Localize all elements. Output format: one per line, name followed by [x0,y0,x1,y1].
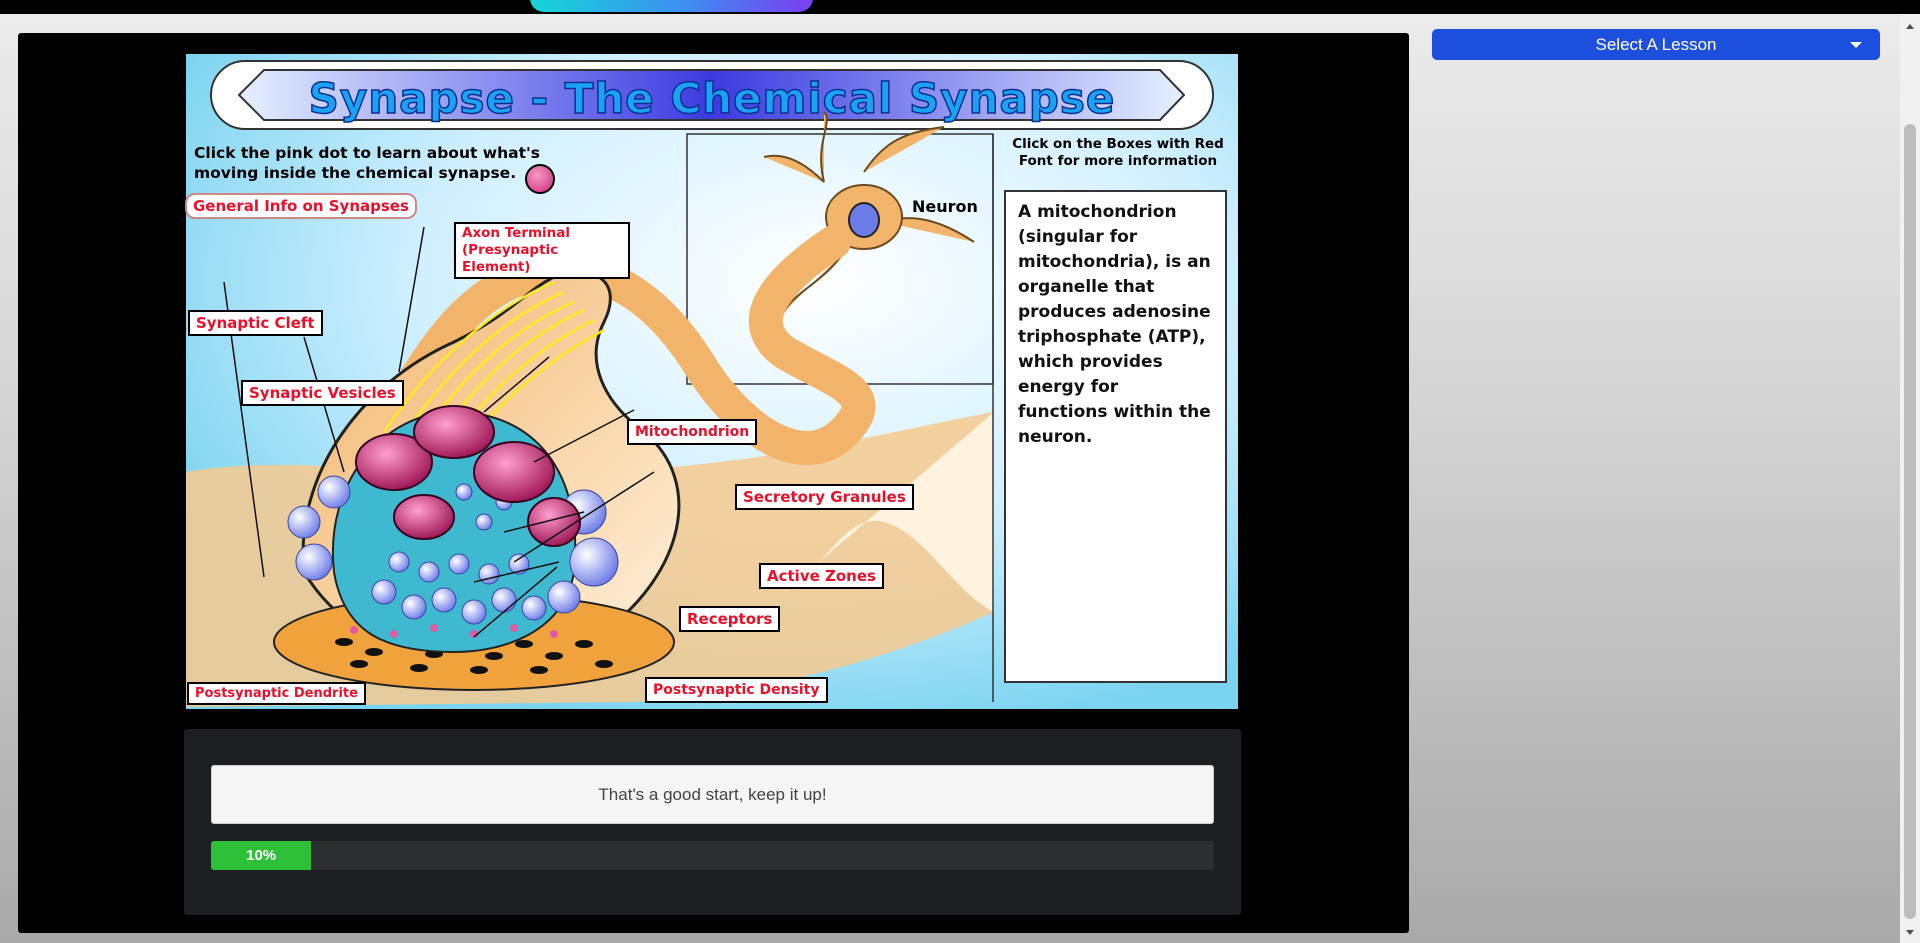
pink-dot-button[interactable] [525,164,555,194]
top-bar [0,0,1920,14]
axon-terminal-button[interactable]: Axon Terminal (Presynaptic Element) [454,222,630,279]
info-description-box: A mitochondrion (singular for mitochondr… [1004,190,1227,683]
lesson-select-label: Select A Lesson [1595,34,1717,54]
scrollbar-thumb[interactable] [1904,124,1916,919]
synaptic-vesicles-button[interactable]: Synaptic Vesicles [241,380,404,406]
active-zones-button[interactable]: Active Zones [759,563,884,589]
synaptic-cleft-button[interactable]: Synaptic Cleft [188,310,323,336]
top-tab-indicator [530,0,813,12]
secretory-granules-button[interactable]: Secretory Granules [735,484,914,510]
postsynaptic-dendrite-button[interactable]: Postsynaptic Dendrite [187,682,366,705]
scroll-up-icon[interactable] [1906,24,1914,29]
lesson-select-dropdown[interactable]: Select A Lesson [1432,29,1880,60]
postsynaptic-density-button[interactable]: Postsynaptic Density [645,677,828,703]
receptors-button[interactable]: Receptors [679,606,781,632]
diagram-title: Synapse - The Chemical Synapse [308,73,1116,124]
scroll-down-icon[interactable] [1906,930,1914,935]
mitochondrion-button[interactable]: Mitochondrion [627,419,758,445]
page-scrollbar[interactable] [1900,14,1920,943]
diagram-instruction: Click the pink dot to learn about what's… [194,144,540,182]
synapse-diagram: Synapse - The Chemical Synapse Click the… [184,52,1240,711]
progress-panel: That's a good start, keep it up! 10% [184,729,1241,915]
general-info-button[interactable]: General Info on Synapses [185,193,417,219]
progress-fill: 10% [211,841,312,870]
progress-bar: 10% [211,841,1214,870]
side-hint-text: Click on the Boxes with Red Font for mor… [1012,136,1224,169]
feedback-message: That's a good start, keep it up! [211,765,1214,824]
chevron-down-icon [1850,42,1862,48]
neuron-label: Neuron [912,197,978,216]
